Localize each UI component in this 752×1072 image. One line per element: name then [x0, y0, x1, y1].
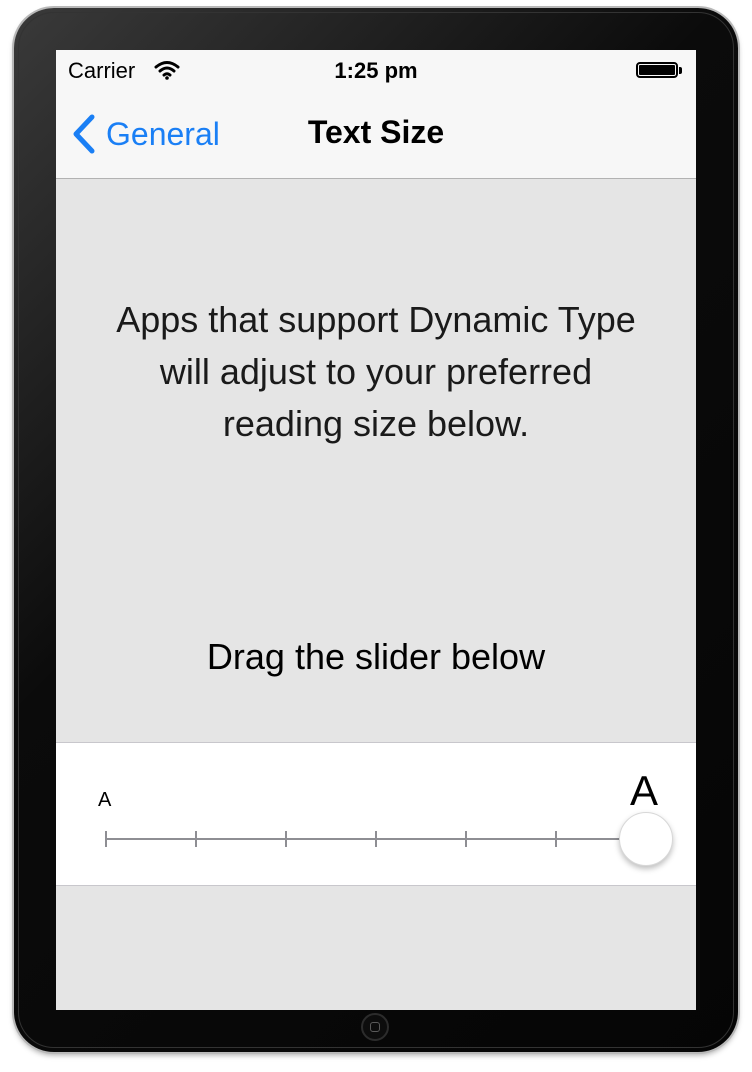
status-bar: Carrier 1:25 pm — [56, 50, 696, 90]
large-text-label: A — [630, 767, 659, 814]
navigation-bar: Carrier 1:25 pm General Text Size — [56, 50, 696, 179]
text-size-slider[interactable] — [105, 812, 673, 866]
slider-tick — [375, 831, 377, 847]
slider-tick — [105, 831, 107, 847]
drag-hint-text: Drag the slider below — [206, 636, 546, 677]
small-text-label: A — [98, 789, 112, 811]
slider-thumb[interactable] — [619, 812, 673, 866]
home-button[interactable] — [361, 1013, 389, 1041]
battery-tip — [679, 67, 682, 74]
text-size-slider-cell: A A — [56, 742, 696, 886]
slider-tick — [285, 831, 287, 847]
screen: Carrier 1:25 pm General Text Size Apps t… — [56, 50, 696, 1010]
page-title: Text Size — [307, 114, 445, 150]
status-time: 1:25 pm — [334, 58, 418, 83]
dynamic-type-description: Apps that support Dynamic Type will adju… — [116, 299, 636, 444]
battery-icon — [636, 62, 678, 78]
slider-tick — [195, 831, 197, 847]
slider-tick — [465, 831, 467, 847]
slider-tick — [555, 831, 557, 847]
